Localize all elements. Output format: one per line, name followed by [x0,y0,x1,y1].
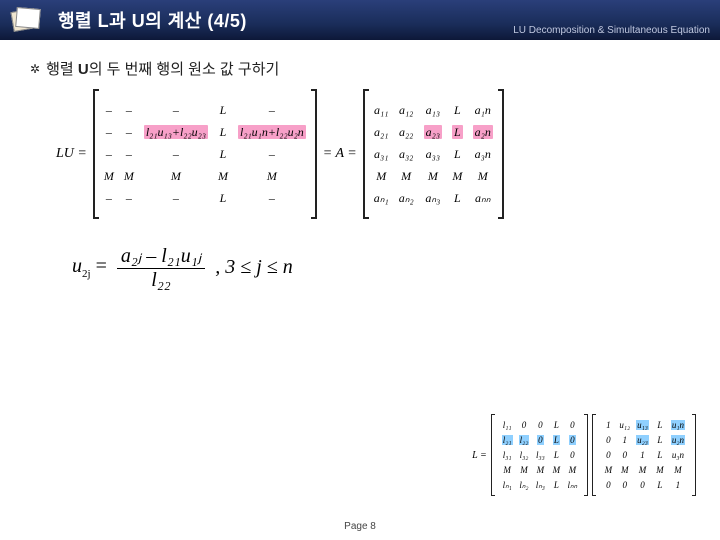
formula: u2j = a₂ⱼ – l₂₁u₁ⱼ l₂₂ , 3 ≤ j ≤ n [72,243,720,292]
small-l-label: L = [472,450,487,461]
eq-a-label: = A = [323,146,357,162]
bullet-icon: ✲ [30,62,40,76]
formula-condition: , 3 ≤ j ≤ n [215,256,293,279]
page-number: Page 8 [344,521,376,532]
slide-icon [8,4,44,36]
lu-product-matrix: –––L–––l₂₁u₁₃+l₂₂u₂₃Ll₂₁u₁n+l₂₂u₂n–––L–M… [99,99,311,209]
lu-label: LU = [56,146,87,162]
a-matrix: a₁₁a₁₂a₁₃La₁na₂₁a₂₂a₂₃La₂na₃₁a₃₂a₃₃La₃nM… [369,99,498,209]
slide-header: 행렬 L과 U의 계산 (4/5) LU Decomposition & Sim… [0,0,720,40]
small-u-matrix: 1u₁₂u₁₃Lu₁n01u₂₃Lu₂n001Lu₃nMMMMM000L1 [600,418,688,493]
formula-denominator: l₂₂ [117,269,205,292]
slide-subtitle: LU Decomposition & Simultaneous Equation [513,25,710,36]
subheading: ✲ 행렬 U의 두 번째 행의 원소 값 구하기 [30,58,720,79]
subheading-text: 행렬 U의 두 번째 행의 원소 값 구하기 [46,58,279,79]
slide-title: 행렬 L과 U의 계산 (4/5) [58,7,247,33]
small-l-matrix: l₁₁00L0l₂₁l₂₂0L0l₃₁l₃₂l₃₃L0MMMMMlₙ₁lₙ₂lₙ… [499,418,581,493]
formula-numerator: a₂ⱼ – l₂₁u₁ⱼ [117,243,205,269]
matrix-equation: LU = –––L–––l₂₁u₁₃+l₂₂u₂₃Ll₂₁u₁n+l₂₂u₂n–… [50,89,720,219]
small-matrices: L = l₁₁00L0l₂₁l₂₂0L0l₃₁l₃₂l₃₃L0MMMMMlₙ₁l… [472,414,696,496]
